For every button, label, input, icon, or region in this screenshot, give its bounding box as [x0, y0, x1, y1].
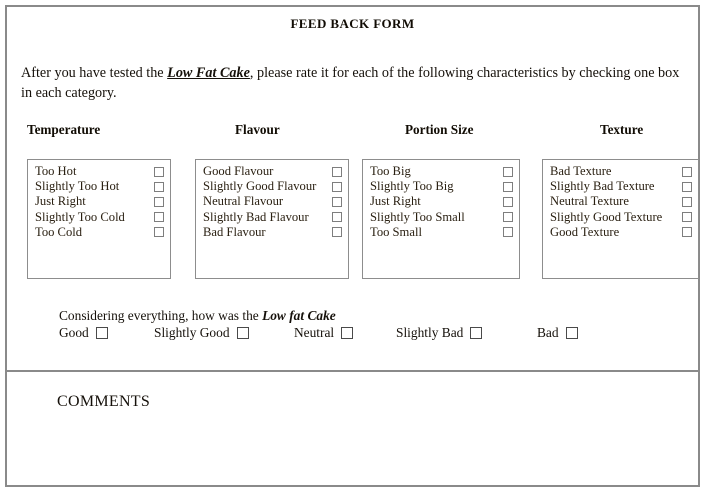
option-label: Too Small [370, 224, 422, 239]
option-label: Slightly Too Hot [35, 179, 120, 194]
option-row-bad-flavour[interactable]: Bad Flavour [203, 225, 342, 240]
checkbox-icon[interactable] [332, 227, 342, 238]
category-header-portion-size: Portion Size [405, 122, 474, 137]
option-box-temperature: Too Hot Slightly Too Hot Just Right Slig… [27, 159, 171, 279]
option-row-neutral-texture[interactable]: Neutral Texture [550, 194, 692, 209]
overall-option-slightly-good[interactable]: Slightly Good [154, 325, 249, 341]
option-row-slightly-too-small[interactable]: Slightly Too Small [370, 210, 513, 225]
option-label: Bad Texture [550, 164, 612, 178]
checkbox-icon[interactable] [332, 181, 342, 192]
category-header-flavour: Flavour [235, 122, 280, 137]
option-label: Neutral Texture [550, 194, 629, 209]
option-label: Slightly Bad Flavour [203, 209, 309, 224]
checkbox-icon[interactable] [332, 196, 342, 207]
option-label: Neutral Flavour [203, 194, 284, 209]
overall-rating-options: Good Slightly Good Neutral Slightly Bad … [59, 325, 669, 345]
form-title: FEED BACK FORM [290, 16, 415, 31]
checkbox-icon[interactable] [565, 327, 578, 339]
overall-question-text: Considering everything, how was the [59, 308, 263, 323]
option-row-too-cold[interactable]: Too Cold [35, 225, 164, 240]
option-label: Good Texture [550, 224, 620, 239]
overall-option-label: Bad [537, 325, 559, 340]
overall-option-label: Good [59, 325, 89, 340]
checkbox-icon[interactable] [154, 227, 164, 238]
option-label: Good Flavour [203, 164, 274, 178]
option-label: Slightly Too Big [370, 179, 454, 194]
checkbox-icon[interactable] [682, 196, 692, 207]
checkbox-icon[interactable] [682, 181, 692, 192]
option-list-flavour: Good Flavour Slightly Good Flavour Neutr… [203, 164, 342, 240]
checkbox-icon[interactable] [154, 196, 164, 207]
option-row-too-small[interactable]: Too Small [370, 225, 513, 240]
option-list-texture: Bad Texture Slightly Bad Texture Neutral… [550, 164, 692, 240]
option-label: Just Right [370, 194, 421, 209]
overall-rating-question: Considering everything, how was the Low … [59, 308, 336, 324]
checkbox-icon[interactable] [682, 212, 692, 223]
overall-option-good[interactable]: Good [59, 325, 108, 341]
intro-instructions: After you have tested the Low Fat Cake, … [21, 63, 685, 103]
overall-option-slightly-bad[interactable]: Slightly Bad [396, 325, 483, 341]
option-label: Too Hot [35, 164, 77, 178]
option-row-just-right[interactable]: Just Right [35, 194, 164, 209]
option-label: Too Cold [35, 224, 83, 239]
option-list-temperature: Too Hot Slightly Too Hot Just Right Slig… [35, 164, 164, 240]
checkbox-icon[interactable] [154, 166, 164, 177]
option-row-neutral-flavour[interactable]: Neutral Flavour [203, 194, 342, 209]
option-row-bad-texture[interactable]: Bad Texture [550, 164, 692, 179]
option-label: Slightly Too Cold [35, 209, 125, 224]
option-box-portion-size: Too Big Slightly Too Big Just Right Slig… [362, 159, 520, 279]
option-row-slightly-good-texture[interactable]: Slightly Good Texture [550, 210, 692, 225]
checkbox-icon[interactable] [503, 181, 513, 192]
checkbox-icon[interactable] [154, 212, 164, 223]
option-row-slightly-too-big[interactable]: Slightly Too Big [370, 179, 513, 194]
option-label: Just Right [35, 194, 86, 209]
feedback-form-frame: FEED BACK FORM After you have tested the… [5, 5, 700, 487]
checkbox-icon[interactable] [332, 212, 342, 223]
option-row-slightly-bad-texture[interactable]: Slightly Bad Texture [550, 179, 692, 194]
checkbox-icon[interactable] [332, 166, 342, 177]
checkbox-icon[interactable] [470, 327, 483, 339]
option-row-slightly-too-cold[interactable]: Slightly Too Cold [35, 210, 164, 225]
option-row-just-right[interactable]: Just Right [370, 194, 513, 209]
checkbox-icon[interactable] [682, 227, 692, 238]
option-label: Too Big [370, 164, 411, 178]
option-row-slightly-too-hot[interactable]: Slightly Too Hot [35, 179, 164, 194]
option-row-too-big[interactable]: Too Big [370, 164, 513, 179]
checkbox-icon[interactable] [341, 327, 354, 339]
category-header-temperature: Temperature [27, 122, 101, 137]
overall-option-label: Slightly Good [154, 325, 230, 340]
option-row-slightly-good-flavour[interactable]: Slightly Good Flavour [203, 179, 342, 194]
option-label: Slightly Good Texture [550, 209, 663, 224]
checkbox-icon[interactable] [682, 166, 692, 177]
option-label: Slightly Good Flavour [203, 179, 317, 194]
option-list-portion-size: Too Big Slightly Too Big Just Right Slig… [370, 164, 513, 240]
overall-option-neutral[interactable]: Neutral [294, 325, 354, 341]
checkbox-icon[interactable] [503, 212, 513, 223]
product-name-intro: Low Fat Cake [167, 65, 250, 81]
checkbox-icon[interactable] [503, 227, 513, 238]
checkbox-icon[interactable] [236, 327, 249, 339]
overall-option-label: Neutral [294, 325, 335, 340]
option-row-good-flavour[interactable]: Good Flavour [203, 164, 342, 179]
checkbox-icon[interactable] [95, 327, 108, 339]
option-box-flavour: Good Flavour Slightly Good Flavour Neutr… [195, 159, 349, 279]
checkbox-icon[interactable] [503, 166, 513, 177]
overall-option-bad[interactable]: Bad [537, 325, 578, 341]
option-row-too-hot[interactable]: Too Hot [35, 164, 164, 179]
option-box-texture: Bad Texture Slightly Bad Texture Neutral… [542, 159, 699, 279]
option-label: Slightly Too Small [370, 209, 465, 224]
overall-option-label: Slightly Bad [396, 325, 464, 340]
checkbox-icon[interactable] [154, 181, 164, 192]
option-row-good-texture[interactable]: Good Texture [550, 225, 692, 240]
option-label: Bad Flavour [203, 224, 266, 239]
comments-label: COMMENTS [57, 393, 151, 410]
product-name-overall: Low fat Cake [262, 308, 336, 323]
option-label: Slightly Bad Texture [550, 179, 655, 194]
section-divider [7, 370, 698, 372]
option-row-slightly-bad-flavour[interactable]: Slightly Bad Flavour [203, 210, 342, 225]
intro-text-before: After you have tested the [21, 65, 168, 81]
category-header-texture: Texture [600, 122, 644, 137]
checkbox-icon[interactable] [503, 196, 513, 207]
